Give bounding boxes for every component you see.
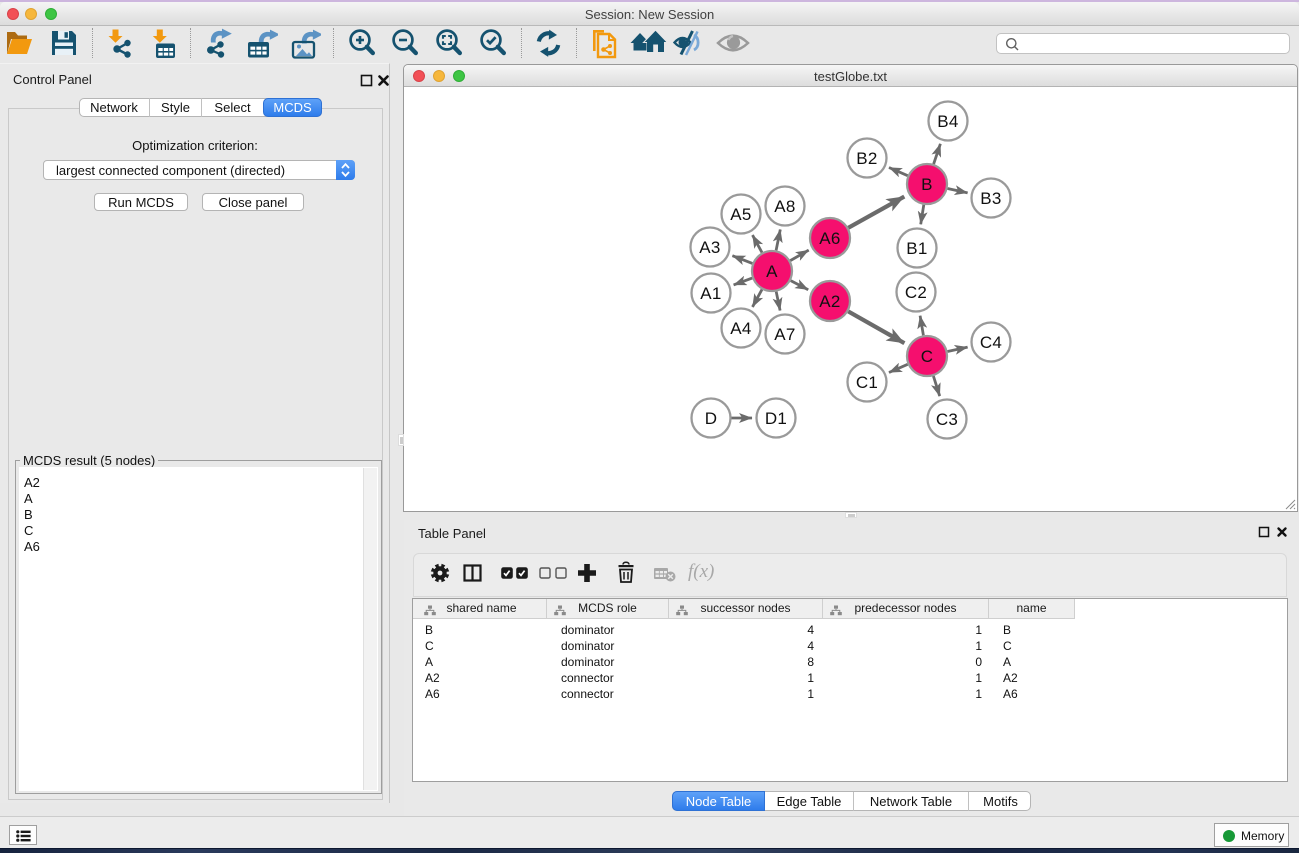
svg-text:A7: A7	[774, 325, 795, 344]
svg-text:A5: A5	[730, 205, 751, 224]
svg-text:C3: C3	[936, 410, 958, 429]
svg-text:C1: C1	[856, 373, 878, 392]
svg-text:B2: B2	[856, 149, 877, 168]
svg-text:B3: B3	[980, 189, 1001, 208]
svg-text:A3: A3	[699, 238, 720, 257]
svg-text:A: A	[766, 262, 778, 281]
svg-text:B1: B1	[906, 239, 927, 258]
svg-text:C2: C2	[905, 283, 927, 302]
svg-text:C: C	[921, 347, 934, 366]
svg-text:A2: A2	[819, 292, 840, 311]
svg-text:A6: A6	[819, 229, 840, 248]
svg-text:B4: B4	[937, 112, 958, 131]
svg-text:D1: D1	[765, 409, 787, 428]
svg-text:C4: C4	[980, 333, 1002, 352]
svg-text:A4: A4	[730, 319, 751, 338]
svg-text:D: D	[705, 409, 718, 428]
svg-text:B: B	[921, 175, 933, 194]
svg-text:A1: A1	[700, 284, 721, 303]
svg-text:A8: A8	[774, 197, 795, 216]
